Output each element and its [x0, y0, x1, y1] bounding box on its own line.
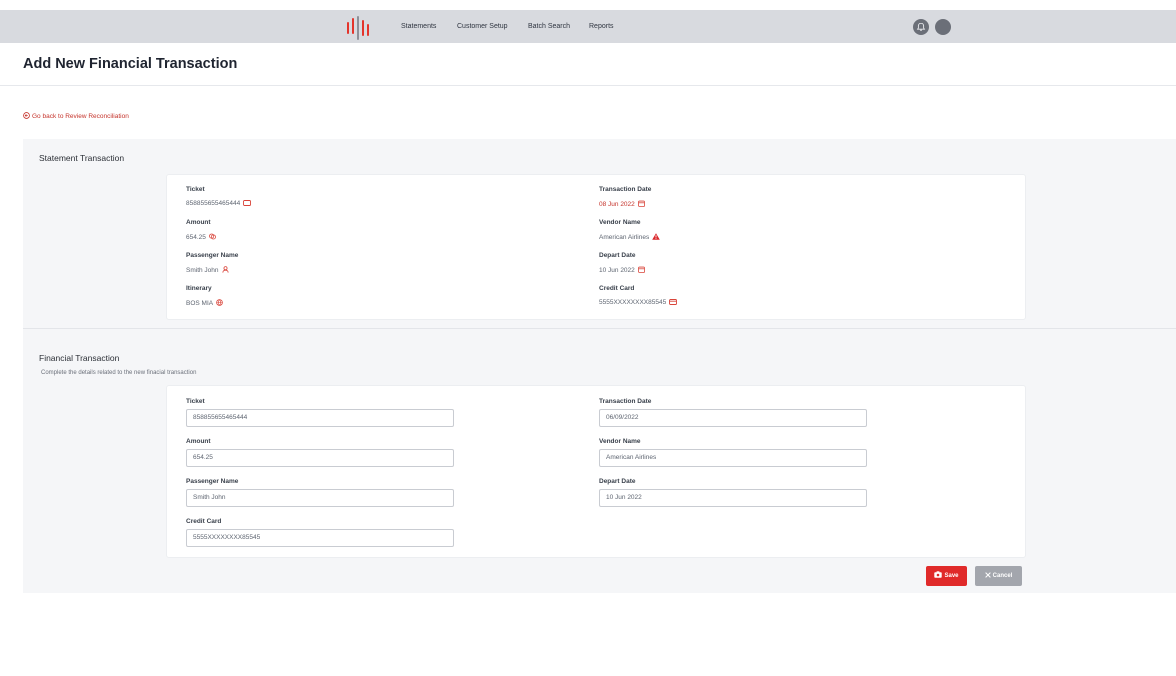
nav-statements[interactable]: Statements — [401, 10, 436, 43]
cancel-button-label: Cancel — [992, 573, 1013, 579]
credit-card-input[interactable] — [186, 529, 454, 547]
page-title: Add New Financial Transaction — [23, 56, 238, 72]
calendar-icon — [637, 200, 645, 207]
transaction-date-input[interactable] — [599, 409, 867, 427]
ticket-field-label: Ticket — [186, 398, 205, 405]
globe-icon — [216, 299, 223, 306]
transaction-date-field-label: Transaction Date — [599, 398, 652, 405]
credit-card-field-label: Credit Card — [186, 518, 222, 525]
save-button[interactable]: Save — [926, 566, 967, 586]
close-icon — [984, 572, 991, 578]
ticket-value: 858855655465444 — [186, 200, 252, 207]
vendor-name-value: American Airlines — [599, 233, 661, 241]
header-divider — [0, 85, 1176, 86]
ticket-icon — [243, 200, 252, 206]
cancel-button[interactable]: Cancel — [975, 566, 1022, 586]
arrow-left-circle-icon — [23, 112, 30, 119]
nav-reports[interactable]: Reports — [589, 10, 614, 43]
credit-card-value: 5555XXXXXXXX85545 — [599, 299, 678, 306]
profile-icon[interactable] — [935, 19, 951, 35]
statement-transaction-panel: Statement Transaction Ticket 85885565546… — [23, 139, 1176, 328]
passenger-name-value: Smith John — [186, 266, 229, 274]
save-icon — [934, 571, 943, 578]
vendor-name-input[interactable] — [599, 449, 867, 467]
passenger-name-input[interactable] — [186, 489, 454, 507]
amount-input[interactable] — [186, 449, 454, 467]
credit-card-icon — [669, 299, 678, 305]
depart-date-input[interactable] — [599, 489, 867, 507]
back-link-label: Go back to Review Reconciliation — [32, 113, 129, 120]
coins-icon — [209, 233, 216, 240]
itinerary-value: BOS MIA — [186, 299, 223, 307]
vendor-name-field-label: Vendor Name — [599, 438, 641, 445]
passenger-name-field-label: Passenger Name — [186, 478, 239, 485]
company-logo[interactable] — [346, 16, 372, 40]
bell-icon[interactable] — [913, 19, 929, 35]
transaction-date-value: 08 Jun 2022 — [599, 200, 645, 208]
financial-form-card: Ticket Amount Passenger Name Credit Card… — [166, 385, 1026, 558]
financial-transaction-panel: Financial Transaction Complete the detai… — [23, 329, 1176, 593]
nav-batch-search[interactable]: Batch Search — [528, 10, 570, 43]
ticket-input[interactable] — [186, 409, 454, 427]
depart-date-value: 10 Jun 2022 — [599, 266, 645, 274]
calendar-icon — [637, 266, 645, 273]
statement-panel-title: Statement Transaction — [39, 153, 125, 163]
vendor-name-label: Vendor Name — [599, 219, 641, 226]
statement-details-card: Ticket 858855655465444 Amount 654.25 Pas… — [166, 174, 1026, 320]
transaction-date-label: Transaction Date — [599, 186, 652, 193]
ticket-label: Ticket — [186, 186, 205, 193]
itinerary-label: Itinerary — [186, 285, 212, 292]
amount-label: Amount — [186, 219, 211, 226]
depart-date-field-label: Depart Date — [599, 478, 636, 485]
top-navigation-bar: Statements Customer Setup Batch Search R… — [0, 10, 1176, 43]
credit-card-label: Credit Card — [599, 285, 635, 292]
financial-panel-subtitle: Complete the details related to the new … — [41, 370, 197, 376]
passenger-name-label: Passenger Name — [186, 252, 239, 259]
financial-panel-title: Financial Transaction — [39, 353, 120, 363]
save-button-label: Save — [944, 573, 959, 579]
nav-customer-setup[interactable]: Customer Setup — [457, 10, 508, 43]
depart-date-label: Depart Date — [599, 252, 636, 259]
amount-field-label: Amount — [186, 438, 211, 445]
back-link[interactable]: Go back to Review Reconciliation — [23, 112, 129, 120]
amount-value: 654.25 — [186, 233, 216, 241]
warning-icon — [652, 233, 661, 240]
user-icon — [222, 266, 229, 273]
